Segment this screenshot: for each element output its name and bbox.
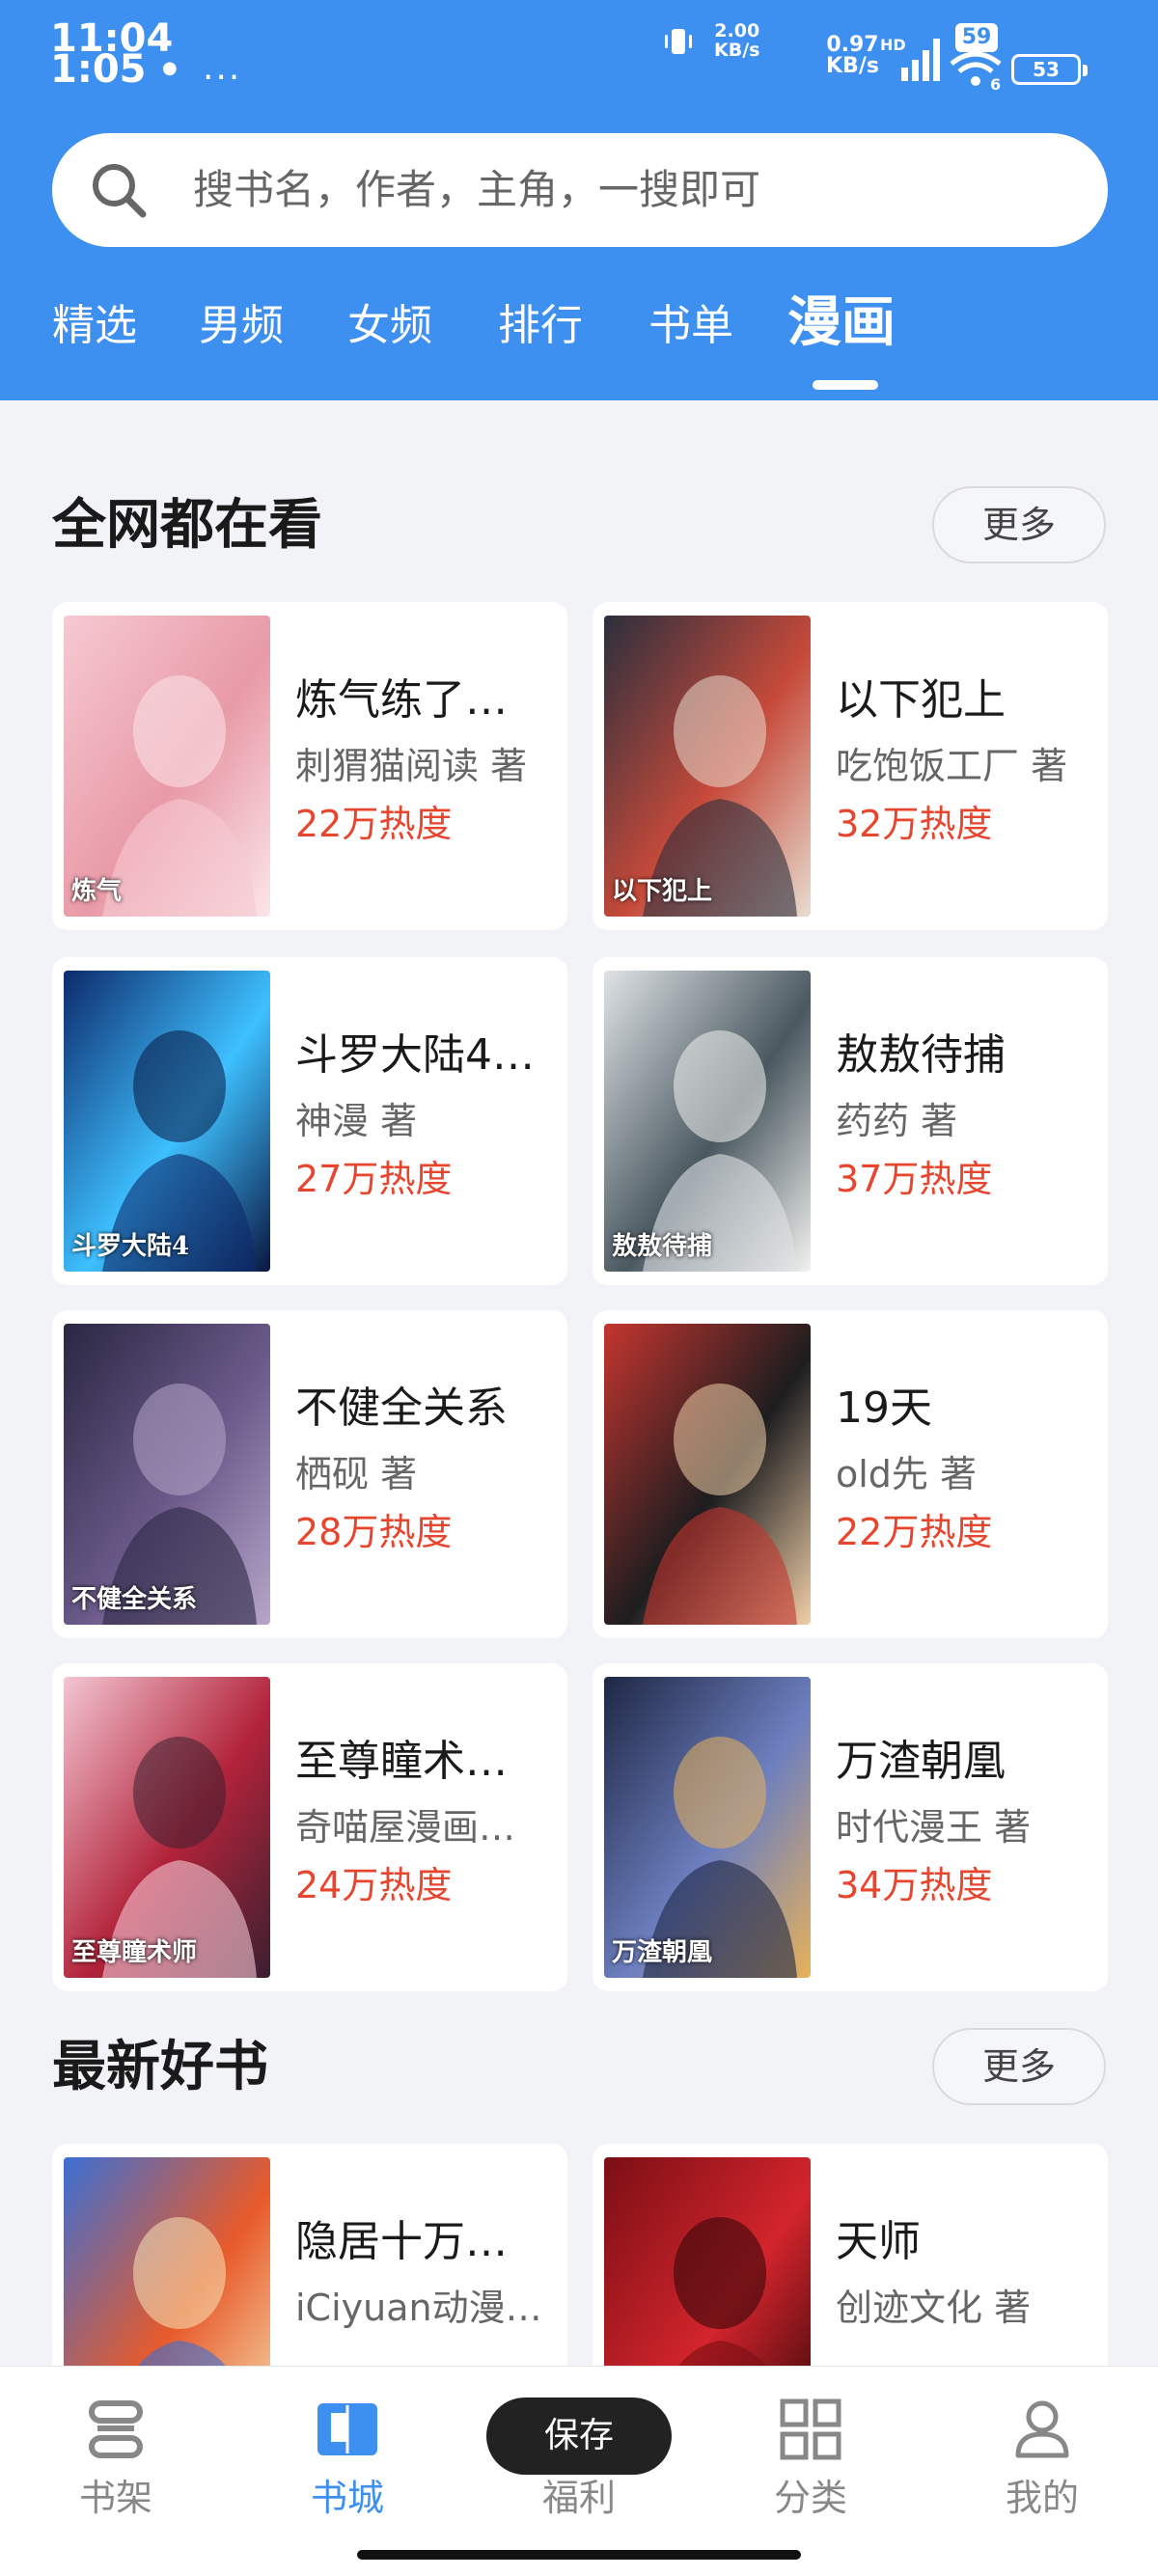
book-card[interactable]: 不健全关系 不健全关系 栖砚 著 28万热度 [52, 1310, 567, 1638]
save-button[interactable]: 保存 [486, 2398, 672, 2475]
header: 11:04 1:05 ● ... 2.00 KB/s 0.97 KB/s HD … [0, 0, 1158, 400]
book-author: 药药 著 [836, 1100, 958, 1142]
book-heat: 24万热度 [295, 1864, 453, 1906]
cover-title-art: 万渣朝凰 [612, 1938, 713, 1967]
book-cover[interactable]: 炼气 [64, 616, 270, 917]
tab-female[interactable]: 女频 [347, 299, 432, 353]
book-title: 斗罗大陆4… [295, 1030, 535, 1080]
cover-title-art: 敖敖待捕 [612, 1232, 713, 1261]
network-speed-1: 2.00 KB/s [714, 20, 760, 61]
section-title: 全网都在看 [52, 494, 322, 557]
book-title: 以下犯上 [836, 675, 1006, 725]
book-title: 至尊瞳术… [295, 1737, 508, 1786]
grid-icon [780, 2398, 841, 2460]
book-title: 天师 [836, 2217, 921, 2266]
tab-active-indicator [813, 380, 878, 390]
book-cover[interactable]: 万渣朝凰 [604, 1677, 811, 1978]
book-heat: 28万热度 [295, 1511, 453, 1553]
bottom-navigation: 书架 书城 福利 保存 分类 我的 [0, 2366, 1158, 2576]
search-placeholder: 搜书名，作者，主角，一搜即可 [193, 166, 761, 213]
cover-title-art: 至尊瞳术师 [71, 1938, 198, 1967]
cover-title-art: 以下犯上 [612, 877, 713, 906]
book-author: 时代漫王 著 [836, 1806, 1032, 1849]
nav-bookstore[interactable]: 书城 [270, 2396, 425, 2521]
book-author: old先 著 [836, 1453, 978, 1495]
book-author: 神漫 著 [295, 1100, 418, 1142]
book-card[interactable]: 敖敖待捕 敖敖待捕 药药 著 37万热度 [593, 957, 1108, 1285]
network-speed-2: 0.97 KB/s [826, 33, 879, 78]
book-author: 吃饱饭工厂 著 [836, 745, 1068, 787]
book-card[interactable]: 以下犯上 以下犯上 吃饱饭工厂 著 32万热度 [593, 602, 1108, 930]
book-author: 创迹文化 著 [836, 2287, 1032, 2329]
battery-icon: 53 [1011, 54, 1088, 85]
overflow-icon: ... [203, 48, 242, 88]
search-bar[interactable]: 搜书名，作者，主角，一搜即可 [52, 133, 1108, 247]
book-heat: 37万热度 [836, 1158, 993, 1200]
nav-category[interactable]: 分类 [733, 2396, 888, 2521]
svg-text:HD: HD [880, 36, 906, 54]
more-button[interactable]: 更多 [932, 2028, 1106, 2105]
cover-title-art: 不健全关系 [71, 1585, 198, 1614]
tab-ranking[interactable]: 排行 [498, 299, 583, 353]
nav-profile[interactable]: 我的 [965, 2396, 1119, 2521]
book-heat: 27万热度 [295, 1158, 453, 1200]
book-card[interactable]: 万渣朝凰 万渣朝凰 时代漫王 著 34万热度 [593, 1663, 1108, 1991]
vibrate-icon [665, 29, 692, 54]
book-author: 奇喵屋漫画… [295, 1806, 516, 1849]
section-title: 最新好书 [52, 2036, 268, 2098]
tab-male[interactable]: 男频 [199, 299, 284, 353]
notification-icon: ● [162, 58, 178, 78]
book-author: 栖砚 著 [295, 1453, 418, 1495]
tab-comics[interactable]: 漫画 [787, 289, 896, 357]
status-time-bottom: 1:05 [50, 47, 147, 92]
book-title: 敖敖待捕 [836, 1030, 1006, 1080]
book-card[interactable]: 斗罗大陆4 斗罗大陆4… 神漫 著 27万热度 [52, 957, 567, 1285]
book-author: 刺猬猫阅读 著 [295, 745, 528, 787]
signal-icon: HD [880, 36, 940, 81]
book-heat: 34万热度 [836, 1864, 993, 1906]
book-card[interactable]: 至尊瞳术师 至尊瞳术… 奇喵屋漫画… 24万热度 [52, 1663, 567, 1991]
book-card[interactable]: 炼气 炼气练了… 刺猬猫阅读 著 22万热度 [52, 602, 567, 930]
book-open-icon [317, 2403, 377, 2455]
book-card[interactable]: 19天 old先 著 22万热度 [593, 1310, 1108, 1638]
book-heat: 22万热度 [836, 1511, 993, 1553]
book-cover[interactable]: 以下犯上 [604, 616, 811, 917]
book-title: 万渣朝凰 [836, 1737, 1006, 1786]
search-icon [93, 164, 147, 218]
book-heat: 22万热度 [295, 803, 453, 845]
nav-bookshelf[interactable]: 书架 [39, 2396, 193, 2521]
book-cover[interactable]: 不健全关系 [64, 1324, 270, 1625]
book-cover[interactable] [604, 1324, 811, 1625]
book-title: 不健全关系 [295, 1384, 508, 1433]
wifi-icon: 59 6 [948, 23, 1004, 94]
more-button[interactable]: 更多 [932, 486, 1106, 563]
home-indicator[interactable] [357, 2550, 801, 2560]
person-icon [1015, 2400, 1069, 2458]
book-cover[interactable]: 敖敖待捕 [604, 971, 811, 1272]
tab-booklist[interactable]: 书单 [648, 299, 733, 353]
bookshelf-icon [89, 2400, 143, 2458]
book-title: 隐居十万… [295, 2217, 508, 2266]
book-author: iCiyuan动漫… [295, 2287, 542, 2329]
tab-featured[interactable]: 精选 [52, 299, 137, 353]
book-title: 19天 [836, 1384, 932, 1433]
book-cover[interactable]: 斗罗大陆4 [64, 971, 270, 1272]
status-bar: 11:04 1:05 ● ... 2.00 KB/s 0.97 KB/s HD … [0, 0, 1158, 116]
category-tabs: 精选 男频 女频 排行 书单 漫画 [0, 289, 1158, 396]
cover-title-art: 斗罗大陆4 [71, 1232, 190, 1261]
book-heat: 32万热度 [836, 803, 993, 845]
book-title: 炼气练了… [295, 675, 508, 725]
book-cover[interactable]: 至尊瞳术师 [64, 1677, 270, 1978]
cover-title-art: 炼气 [71, 877, 123, 906]
